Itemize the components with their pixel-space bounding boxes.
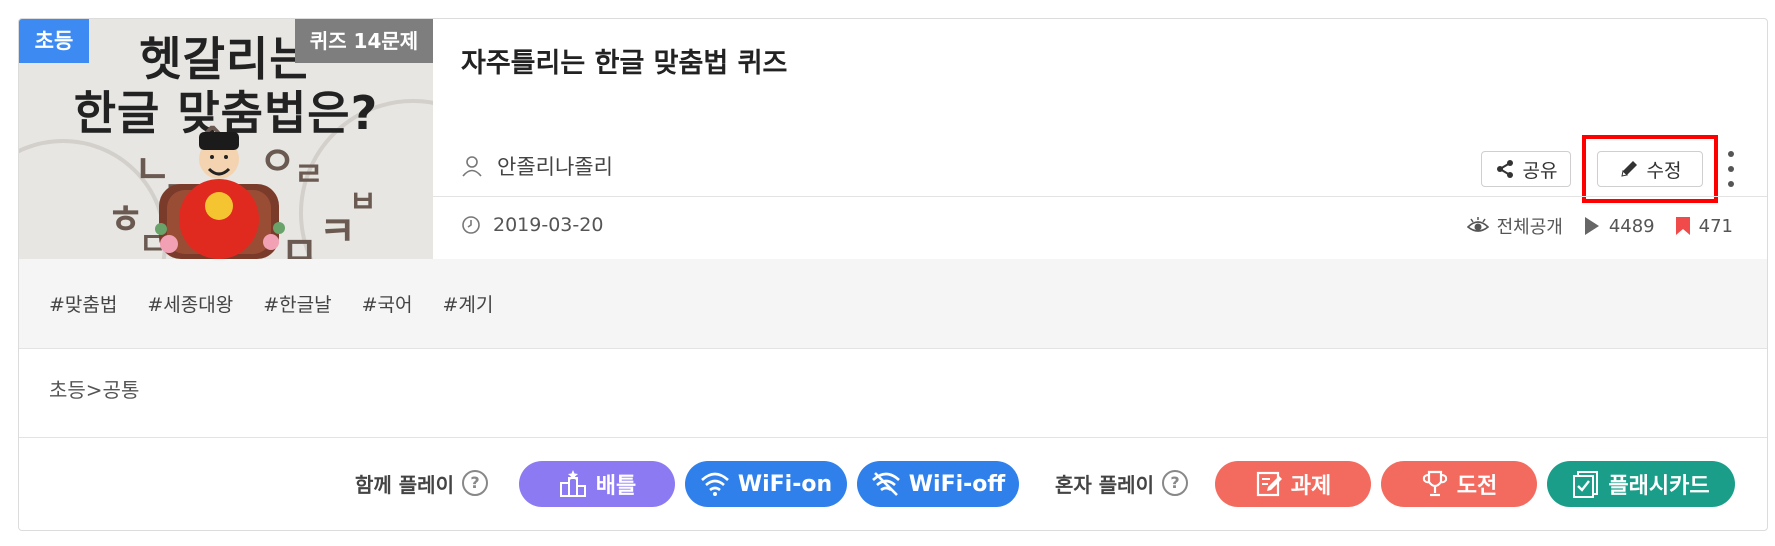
battle-button[interactable]: 배틀 <box>519 461 675 507</box>
tag-item[interactable]: #한글날 <box>263 290 331 317</box>
more-options-icon[interactable] <box>1725 151 1737 187</box>
category-path: 초등>공통 <box>49 378 140 402</box>
edit-highlight-box <box>1582 135 1718 203</box>
assignment-button[interactable]: 과제 <box>1215 461 1371 507</box>
date-row: 2019-03-20 <box>461 214 603 236</box>
flashcard-button[interactable]: 플래시카드 <box>1547 461 1735 507</box>
author-row: 안졸리나졸리 <box>461 151 613 181</box>
wifi-icon <box>700 472 729 496</box>
jamo-kieuk: ㅋ <box>319 209 356 255</box>
question-count-badge: 퀴즈 14문제 <box>295 19 433 63</box>
flashcard-icon <box>1573 471 1599 498</box>
divider <box>433 196 1767 197</box>
quiz-title[interactable]: 자주틀리는 한글 맞춤법 퀴즈 <box>461 41 787 80</box>
trophy-icon <box>1422 470 1447 497</box>
clock-icon <box>462 216 480 234</box>
tag-item[interactable]: #국어 <box>362 290 413 317</box>
jamo-rieul: ㄹ <box>294 155 324 193</box>
together-play-label: 함께 플레이 ? <box>355 459 488 507</box>
plays-count: 4489 <box>1608 215 1655 237</box>
quiz-thumbnail[interactable]: 헷갈리는 한글 맞춤법은? ㄴ ㄱ ^ ㅇ ㄹ ㅎ ㅂ ㅋ ㄷ ㅁ <box>19 19 433 259</box>
podium-icon <box>559 470 586 497</box>
challenge-button[interactable]: 도전 <box>1381 461 1537 507</box>
quiz-stats: 전체공개 4489 471 <box>1447 213 1733 239</box>
play-icon <box>1584 217 1599 235</box>
share-icon <box>1496 160 1513 178</box>
assignment-icon <box>1256 471 1282 497</box>
help-icon[interactable]: ? <box>1161 470 1188 496</box>
king-illustration <box>155 132 285 259</box>
author-name[interactable]: 안졸리나졸리 <box>497 151 613 181</box>
wifi-on-button[interactable]: WiFi-on <box>685 461 847 507</box>
tag-list: #맞춤법 #세종대왕 #한글날 #국어 #계기 <box>19 259 1767 349</box>
visibility-label: 전체공개 <box>1496 217 1563 238</box>
wifi-off-button[interactable]: WiFi-off <box>857 461 1019 507</box>
plays-stat: 4489 <box>1583 216 1655 237</box>
bookmarks-count: 471 <box>1698 215 1733 237</box>
divider <box>19 437 1767 438</box>
tag-item[interactable]: #세종대왕 <box>147 290 233 317</box>
tag-item[interactable]: #계기 <box>442 290 493 317</box>
visibility-stat: 전체공개 <box>1466 213 1563 239</box>
grade-badge: 초등 <box>19 19 89 63</box>
eye-icon <box>1466 217 1489 232</box>
tag-item[interactable]: #맞춤법 <box>49 290 117 317</box>
solo-play-label: 혼자 플레이 ? <box>1055 459 1188 507</box>
help-icon[interactable]: ? <box>461 470 488 496</box>
wifi-off-label: WiFi-off <box>908 471 1006 497</box>
bookmark-icon <box>1675 217 1690 235</box>
battle-label: 배틀 <box>595 474 637 499</box>
user-icon <box>462 156 482 177</box>
share-button[interactable]: 공유 <box>1481 151 1571 187</box>
share-label: 공유 <box>1522 159 1558 182</box>
flashcard-label: 플래시카드 <box>1608 474 1710 499</box>
created-date: 2019-03-20 <box>493 214 604 236</box>
assignment-label: 과제 <box>1290 474 1332 499</box>
wifi-on-label: WiFi-on <box>737 471 833 497</box>
quiz-card: 헷갈리는 한글 맞춤법은? ㄴ ㄱ ^ ㅇ ㄹ ㅎ ㅂ ㅋ ㄷ ㅁ <box>18 18 1768 531</box>
challenge-label: 도전 <box>1456 474 1498 499</box>
bookmarks-stat: 471 <box>1675 216 1733 237</box>
wifi-off-icon <box>871 472 900 496</box>
